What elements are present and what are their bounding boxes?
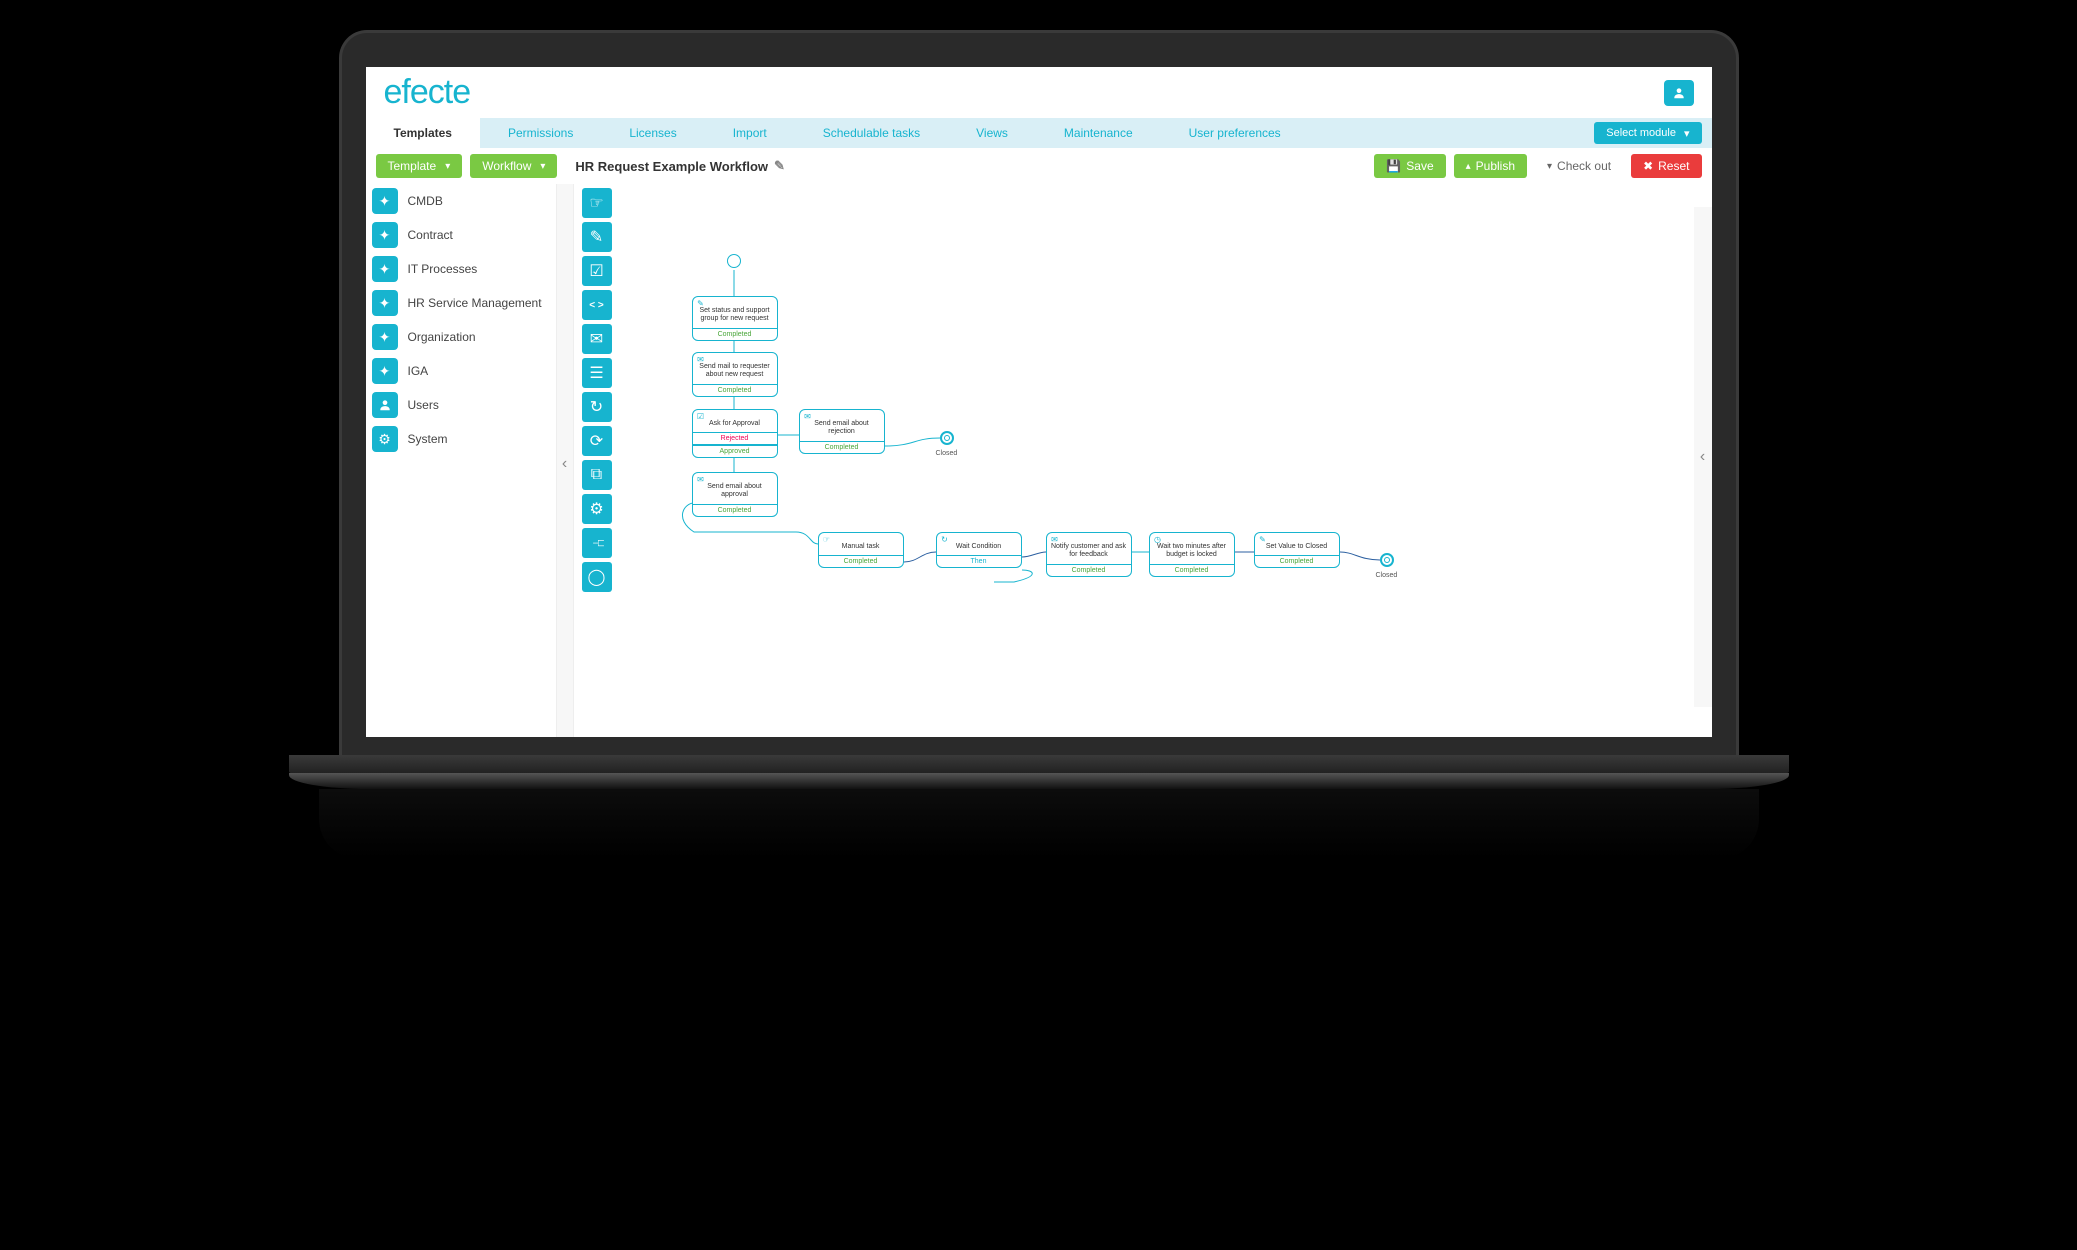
module-icon: ✦ — [372, 324, 398, 350]
tab-prefs[interactable]: User preferences — [1161, 118, 1309, 148]
sidebar-item-itproc[interactable]: ✦IT Processes — [372, 252, 556, 286]
sidebar: ✦CMDB ✦Contract ✦IT Processes ✦HR Servic… — [366, 184, 556, 737]
user-icon — [372, 392, 398, 418]
module-icon: ✦ — [372, 222, 398, 248]
module-icon: ✦ — [372, 188, 398, 214]
sidebar-item-hr[interactable]: ✦HR Service Management — [372, 286, 556, 320]
end-label: Closed — [1376, 572, 1398, 579]
edit-title-icon[interactable]: ✎ — [774, 158, 785, 174]
reset-button[interactable]: ✖Reset — [1631, 154, 1701, 178]
node-set-closed[interactable]: ✎ Set Value to Closed Completed — [1254, 532, 1340, 568]
main-nav: Templates Permissions Licenses Import Sc… — [366, 118, 1712, 148]
node-set-status[interactable]: ✎ Set status and support group for new r… — [692, 296, 778, 341]
mail-icon: ✉ — [803, 413, 813, 421]
pointer-icon: ☞ — [822, 536, 832, 544]
workflow-start[interactable] — [727, 254, 741, 268]
edit-icon: ✎ — [1258, 536, 1268, 544]
node-wait-budget[interactable]: ◷ Wait two minutes after budget is locke… — [1149, 532, 1235, 577]
select-module-dropdown[interactable]: Select module — [1594, 122, 1701, 144]
workflow-end-rejected[interactable] — [940, 431, 954, 445]
tab-views[interactable]: Views — [948, 118, 1036, 148]
node-email-approval[interactable]: ✉ Send email about approval Completed — [692, 472, 778, 517]
mail-icon: ✉ — [1050, 536, 1060, 544]
mail-icon: ✉ — [696, 356, 706, 364]
save-button[interactable]: 💾Save — [1374, 154, 1445, 178]
workflow-title: HR Request Example Workflow ✎ — [575, 158, 785, 174]
tab-permissions[interactable]: Permissions — [480, 118, 601, 148]
toolbar: Template Workflow HR Request Example Wor… — [366, 148, 1712, 184]
user-menu-button[interactable] — [1664, 80, 1694, 106]
module-icon: ✦ — [372, 290, 398, 316]
tab-maintenance[interactable]: Maintenance — [1036, 118, 1161, 148]
node-send-mail-new[interactable]: ✉ Send mail to requester about new reque… — [692, 352, 778, 397]
checkout-button[interactable]: ▾Check out — [1535, 154, 1623, 178]
node-ask-approval[interactable]: ☑ Ask for Approval Rejected Approved — [692, 409, 778, 458]
tab-import[interactable]: Import — [705, 118, 795, 148]
collapse-right-button[interactable]: ‹ — [1694, 207, 1712, 707]
edit-icon: ✎ — [696, 300, 706, 308]
node-notify-feedback[interactable]: ✉ Notify customer and ask for feedback C… — [1046, 532, 1132, 577]
collapse-sidebar-button[interactable]: ‹ — [556, 184, 574, 737]
sidebar-item-cmdb[interactable]: ✦CMDB — [372, 184, 556, 218]
module-icon: ✦ — [372, 358, 398, 384]
module-icon: ✦ — [372, 256, 398, 282]
workflow-dropdown[interactable]: Workflow — [470, 154, 557, 178]
sidebar-item-system[interactable]: ⚙System — [372, 422, 556, 456]
template-dropdown[interactable]: Template — [376, 154, 463, 178]
node-email-rejection[interactable]: ✉ Send email about rejection Completed — [799, 409, 885, 454]
end-label: Closed — [936, 450, 958, 457]
tab-templates[interactable]: Templates — [366, 118, 480, 148]
node-wait-condition[interactable]: ↻ Wait Condition Then — [936, 532, 1022, 568]
check-icon: ☑ — [696, 413, 706, 421]
sidebar-item-iga[interactable]: ✦IGA — [372, 354, 556, 388]
gear-icon: ⚙ — [372, 426, 398, 452]
tab-licenses[interactable]: Licenses — [601, 118, 704, 148]
publish-button[interactable]: Publish — [1454, 154, 1527, 178]
workflow-canvas[interactable]: ✎ Set status and support group for new r… — [574, 184, 1712, 737]
sidebar-item-org[interactable]: ✦Organization — [372, 320, 556, 354]
refresh-icon: ↻ — [940, 536, 950, 544]
node-manual-task[interactable]: ☞ Manual task Completed — [818, 532, 904, 568]
sidebar-item-contract[interactable]: ✦Contract — [372, 218, 556, 252]
brand-logo: efecte — [384, 73, 471, 112]
tab-schedulable[interactable]: Schedulable tasks — [795, 118, 948, 148]
clock-icon: ◷ — [1153, 536, 1163, 544]
mail-icon: ✉ — [696, 476, 706, 484]
workflow-end-closed[interactable] — [1380, 553, 1394, 567]
sidebar-item-users[interactable]: Users — [372, 388, 556, 422]
